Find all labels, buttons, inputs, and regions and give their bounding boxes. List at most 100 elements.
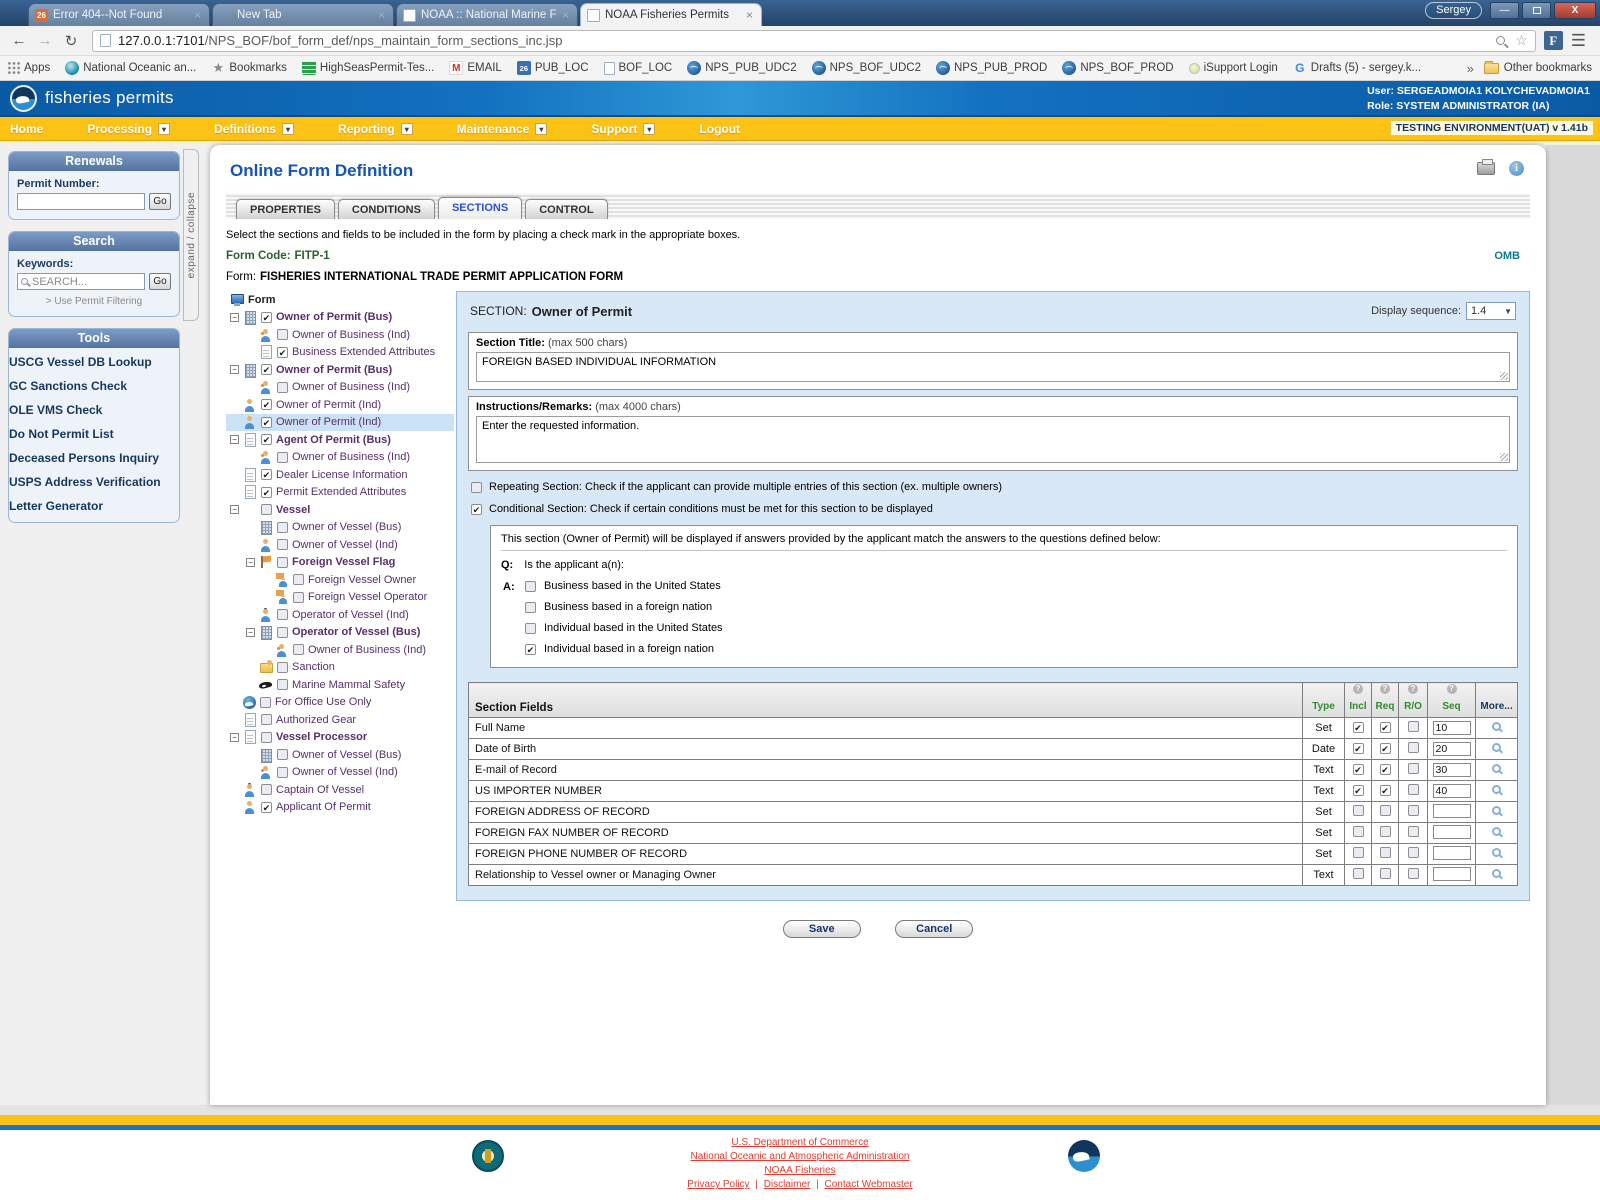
field-seq-input[interactable]: 10 — [1433, 721, 1471, 735]
tab-conditions[interactable]: CONDITIONS — [338, 199, 435, 219]
field-seq-input[interactable]: 20 — [1433, 742, 1471, 756]
print-icon[interactable] — [1477, 162, 1495, 175]
tool-link[interactable]: USCG Vessel DB Lookup — [9, 350, 179, 374]
tree-checkbox[interactable]: ✔ — [261, 802, 272, 813]
tree-checkbox[interactable] — [277, 627, 288, 638]
tree-checkbox[interactable]: ✔ — [277, 347, 288, 358]
nav-item-logout[interactable]: Logout — [699, 122, 740, 136]
back-icon[interactable]: ← — [6, 32, 32, 49]
tree-item[interactable]: Owner of Vessel (Ind) — [226, 764, 454, 782]
field-incl-checkbox[interactable] — [1353, 805, 1364, 816]
field-incl-checkbox[interactable] — [1353, 868, 1364, 879]
field-incl-checkbox[interactable]: ✔ — [1353, 785, 1364, 796]
tree-item[interactable]: ✔Dealer License Information — [226, 466, 454, 484]
tab-sections[interactable]: SECTIONS — [438, 197, 522, 219]
tree-item[interactable]: Authorized Gear — [226, 711, 454, 729]
tree-item[interactable]: −✔Owner of Permit (Bus) — [226, 361, 454, 379]
field-ro-checkbox[interactable] — [1408, 868, 1419, 879]
tree-item[interactable]: −Operator of Vessel (Bus) — [226, 624, 454, 642]
tree-item[interactable]: Operator of Vessel (Ind) — [226, 606, 454, 624]
magnifier-icon[interactable] — [1492, 848, 1501, 857]
field-seq-input[interactable] — [1433, 804, 1471, 818]
tree-checkbox[interactable] — [261, 784, 272, 795]
nav-item-reporting[interactable]: Reporting▾ — [338, 122, 413, 136]
info-icon[interactable]: i — [1509, 161, 1524, 176]
field-ro-checkbox[interactable] — [1408, 826, 1419, 837]
tree-checkbox[interactable] — [277, 749, 288, 760]
tree-item[interactable]: Owner of Vessel (Bus) — [226, 746, 454, 764]
renewals-go-button[interactable]: Go — [149, 193, 171, 210]
display-sequence-select[interactable]: 1.4 ▼ — [1466, 302, 1516, 320]
bookmarks-overflow-chevron[interactable]: » — [1467, 61, 1474, 76]
help-icon[interactable]: ? — [1353, 684, 1363, 694]
zoom-icon[interactable] — [1496, 36, 1505, 45]
field-req-checkbox[interactable]: ✔ — [1380, 785, 1391, 796]
field-incl-checkbox[interactable]: ✔ — [1353, 764, 1364, 775]
tree-checkbox[interactable] — [277, 452, 288, 463]
tree-checkbox[interactable]: ✔ — [261, 487, 272, 498]
browser-tab[interactable]: NOAA Fisheries Permits× — [580, 3, 762, 26]
section-title-textarea[interactable]: FOREIGN BASED INDIVIDUAL INFORMATION — [476, 352, 1510, 382]
bookmark-star-icon[interactable]: ☆ — [1515, 32, 1528, 49]
tree-item[interactable]: ✔Owner of Permit (Ind) — [226, 396, 454, 414]
nav-item-maintenance[interactable]: Maintenance▾ — [457, 122, 548, 136]
cancel-button[interactable]: Cancel — [895, 920, 973, 938]
field-seq-input[interactable]: 30 — [1433, 763, 1471, 777]
use-permit-filtering-link[interactable]: > Use Permit Filtering — [17, 296, 171, 307]
chrome-profile-button[interactable]: Sergey — [1425, 2, 1482, 19]
dropdown-arrow-icon[interactable]: ▾ — [643, 123, 655, 135]
magnifier-icon[interactable] — [1492, 827, 1501, 836]
tree-item[interactable]: −Foreign Vessel Flag — [226, 554, 454, 572]
search-input[interactable]: SEARCH... — [17, 273, 145, 290]
tree-checkbox[interactable] — [261, 504, 272, 515]
field-ro-checkbox[interactable] — [1408, 721, 1419, 732]
save-button[interactable]: Save — [783, 920, 861, 938]
tree-collapse-icon[interactable]: − — [230, 733, 239, 742]
answer-checkbox[interactable]: ✔ — [525, 644, 536, 655]
tab-close-icon[interactable]: × — [376, 8, 387, 22]
tree-item[interactable]: ✔Business Extended Attributes — [226, 344, 454, 362]
bookmark-item[interactable]: NPS_PUB_UDC2 — [687, 61, 796, 75]
magnifier-icon[interactable] — [1492, 869, 1501, 878]
tree-checkbox[interactable] — [293, 574, 304, 585]
tool-link[interactable]: USPS Address Verification — [9, 470, 179, 494]
tree-checkbox[interactable] — [277, 662, 288, 673]
tree-item[interactable]: −Vessel Processor — [226, 729, 454, 747]
tree-checkbox[interactable] — [277, 522, 288, 533]
tree-collapse-icon[interactable]: − — [246, 628, 255, 637]
magnifier-icon[interactable] — [1492, 785, 1501, 794]
magnifier-icon[interactable] — [1492, 806, 1501, 815]
field-seq-input[interactable]: 40 — [1433, 784, 1471, 798]
tree-checkbox[interactable] — [277, 609, 288, 620]
restore-button[interactable] — [1522, 2, 1551, 19]
tree-item[interactable]: Owner of Business (Ind) — [226, 449, 454, 467]
tree-checkbox[interactable]: ✔ — [261, 469, 272, 480]
tree-collapse-icon[interactable]: − — [230, 313, 239, 322]
close-button[interactable]: X — [1554, 2, 1596, 19]
bookmark-item[interactable]: Apps — [8, 62, 50, 74]
field-req-checkbox[interactable] — [1380, 868, 1391, 879]
dropdown-arrow-icon[interactable]: ▾ — [535, 123, 547, 135]
magnifier-icon[interactable] — [1492, 743, 1501, 752]
tree-collapse-icon[interactable]: − — [230, 435, 239, 444]
tree-checkbox[interactable] — [260, 697, 271, 708]
nav-item-support[interactable]: Support▾ — [591, 122, 655, 136]
tree-item[interactable]: Owner of Business (Ind) — [226, 379, 454, 397]
bookmark-item[interactable]: NPS_BOF_UDC2 — [812, 61, 921, 75]
bookmark-item[interactable]: National Oceanic an... — [65, 61, 196, 75]
footer-link[interactable]: Privacy Policy — [687, 1179, 749, 1190]
help-icon[interactable]: ? — [1408, 684, 1418, 694]
tree-checkbox[interactable] — [293, 644, 304, 655]
footer-link[interactable]: Contact Webmaster — [825, 1179, 913, 1190]
tree-checkbox[interactable] — [293, 592, 304, 603]
tree-item[interactable]: −✔Owner of Permit (Bus) — [226, 309, 454, 327]
tree-item[interactable]: −Vessel — [226, 501, 454, 519]
field-req-checkbox[interactable]: ✔ — [1380, 743, 1391, 754]
field-req-checkbox[interactable]: ✔ — [1380, 764, 1391, 775]
tree-collapse-icon[interactable]: − — [230, 505, 239, 514]
expand-collapse-tab[interactable]: expand / collapse — [183, 149, 199, 321]
help-icon[interactable]: ? — [1380, 684, 1390, 694]
bookmark-item[interactable]: 26PUB_LOC — [517, 61, 589, 75]
bookmark-item[interactable]: ★Bookmarks — [211, 61, 287, 75]
tab-close-icon[interactable]: × — [192, 8, 203, 22]
